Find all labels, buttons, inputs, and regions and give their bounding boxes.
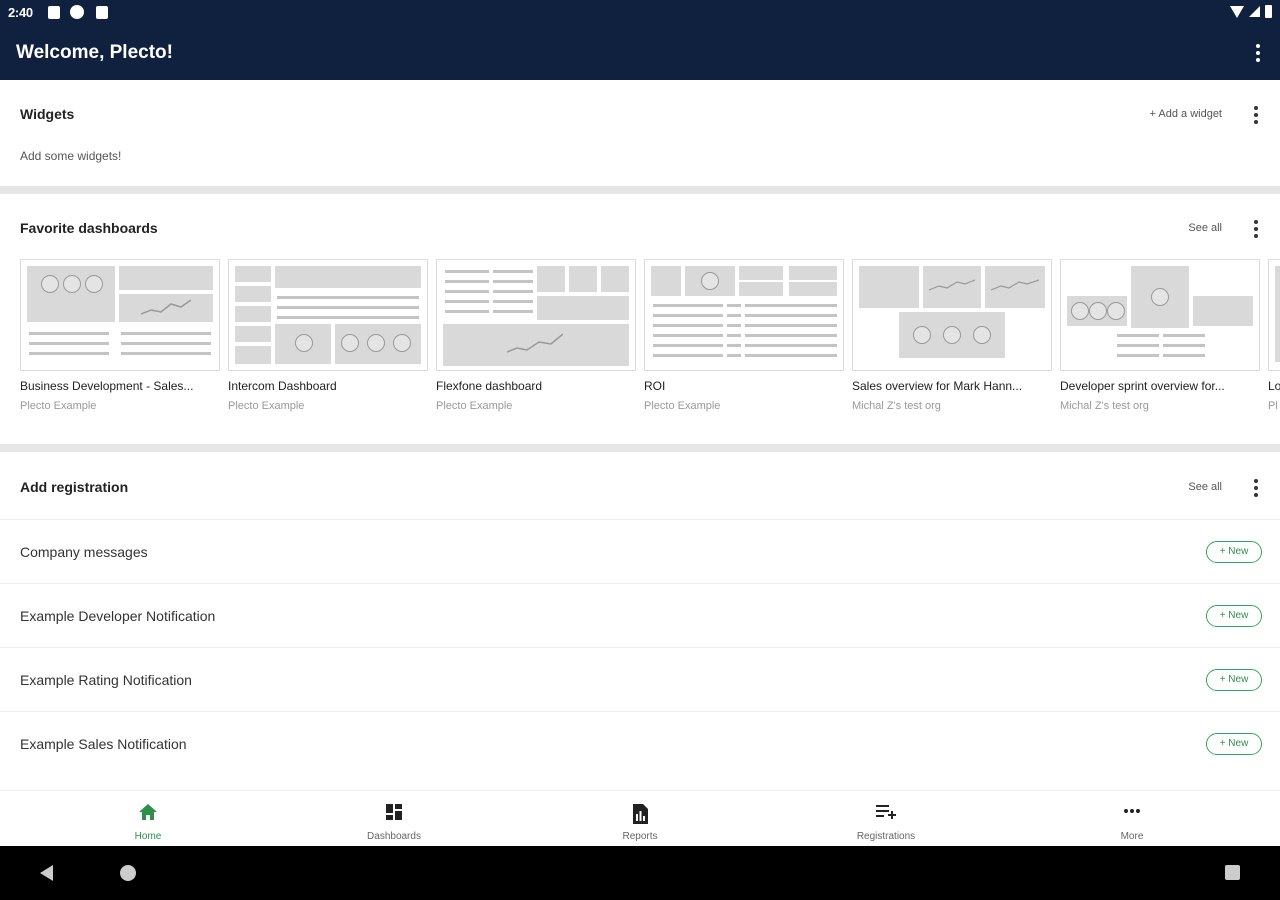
dashboard-card[interactable]: ROI Plecto Example: [644, 259, 844, 412]
dashboard-thumbnail: [852, 259, 1052, 371]
registration-row[interactable]: Example Developer Notification + New: [0, 583, 1280, 647]
new-registration-button[interactable]: + New: [1206, 605, 1262, 627]
dashboard-card[interactable]: Developer sprint overview for... Michal …: [1060, 259, 1260, 412]
divider: [0, 444, 1280, 452]
new-registration-button[interactable]: + New: [1206, 733, 1262, 755]
dashboard-thumbnail: [436, 259, 636, 371]
overflow-menu-icon[interactable]: [1250, 44, 1266, 62]
registration-row[interactable]: Example Sales Notification + New: [0, 711, 1280, 775]
dashboard-thumbnail: [1268, 259, 1280, 371]
nav-label: More: [1120, 831, 1144, 842]
dashboard-card[interactable]: Business Development - Sales... Plecto E…: [20, 259, 220, 412]
system-home-icon[interactable]: [120, 865, 136, 881]
dashboard-name: Sales overview for Mark Hann...: [852, 379, 1023, 393]
signal-icon: [1249, 6, 1260, 17]
add-widget-button[interactable]: + Add a widget: [1150, 108, 1222, 120]
registration-row[interactable]: Company messages + New: [0, 519, 1280, 583]
app-bar: Welcome, Plecto!: [0, 26, 1280, 80]
registration-title: Add registration: [20, 479, 129, 495]
nav-more[interactable]: More: [1072, 791, 1192, 847]
sd-card-icon: [96, 6, 108, 19]
widgets-section: Widgets + Add a widget Add some widgets!: [0, 80, 1280, 186]
wifi-icon: [1230, 5, 1244, 18]
nav-home[interactable]: Home: [88, 791, 208, 847]
dashboard-org: Plecto Example: [436, 400, 513, 412]
dashboard-org: Plecto Example: [644, 400, 721, 412]
notification-icon: [48, 6, 60, 19]
reports-icon: [633, 804, 648, 824]
status-time: 2:40: [8, 5, 33, 20]
registration-label: Example Rating Notification: [20, 672, 192, 688]
dashboard-name: Developer sprint overview for...: [1060, 379, 1225, 393]
dashboard-name: ROI: [644, 379, 666, 393]
add-registration-section: Add registration See all Company message…: [0, 452, 1280, 790]
dashboard-name: Intercom Dashboard: [228, 379, 337, 393]
dashboard-org: Plecto Example: [20, 400, 97, 412]
registration-see-all-link[interactable]: See all: [1188, 481, 1222, 493]
nav-dashboards[interactable]: Dashboards: [334, 791, 454, 847]
registration-label: Company messages: [20, 544, 148, 560]
favorite-dashboards-section: Favorite dashboards See all Business Dev…: [0, 194, 1280, 444]
dashboard-carousel[interactable]: Business Development - Sales... Plecto E…: [20, 259, 1280, 419]
new-registration-button[interactable]: + New: [1206, 669, 1262, 691]
dashboard-org: Pl: [1268, 400, 1278, 412]
battery-icon: [1265, 5, 1272, 18]
dashboard-name: Lo: [1268, 379, 1280, 393]
nav-registrations[interactable]: Registrations: [826, 791, 946, 847]
dashboard-org: Michal Z's test org: [1060, 400, 1149, 412]
back-icon[interactable]: [40, 865, 53, 881]
widgets-title: Widgets: [20, 106, 75, 122]
new-registration-button[interactable]: + New: [1206, 541, 1262, 563]
dashboard-org: Michal Z's test org: [852, 400, 941, 412]
favorites-title: Favorite dashboards: [20, 220, 158, 236]
registration-menu-icon[interactable]: [1248, 479, 1264, 497]
app-notification-icon: [70, 5, 84, 19]
nav-label: Home: [134, 831, 162, 842]
dashboard-thumbnail: [644, 259, 844, 371]
system-navigation-bar: [0, 846, 1280, 900]
registration-label: Example Sales Notification: [20, 736, 187, 752]
dashboards-icon: [386, 804, 402, 820]
dashboard-thumbnail: [228, 259, 428, 371]
registration-label: Example Developer Notification: [20, 608, 216, 624]
divider: [0, 186, 1280, 194]
dashboard-thumbnail: [20, 259, 220, 371]
recent-apps-icon[interactable]: [1225, 865, 1240, 880]
home-icon: [139, 804, 157, 820]
nav-label: Dashboards: [367, 831, 421, 842]
favorites-menu-icon[interactable]: [1248, 220, 1264, 238]
nav-label: Reports: [622, 831, 658, 842]
favorites-see-all-link[interactable]: See all: [1188, 222, 1222, 234]
widgets-empty-text: Add some widgets!: [20, 149, 122, 163]
dashboard-card[interactable]: Intercom Dashboard Plecto Example: [228, 259, 428, 412]
dashboard-card[interactable]: Flexfone dashboard Plecto Example: [436, 259, 636, 412]
nav-reports[interactable]: Reports: [580, 791, 700, 847]
page-title: Welcome, Plecto!: [16, 42, 173, 63]
widgets-menu-icon[interactable]: [1248, 106, 1264, 124]
dashboard-name: Business Development - Sales...: [20, 379, 194, 393]
bottom-navigation: Home Dashboards Reports Registrations Mo…: [0, 790, 1280, 846]
dashboard-thumbnail: [1060, 259, 1260, 371]
dashboard-name: Flexfone dashboard: [436, 379, 543, 393]
status-bar: 2:40: [0, 0, 1280, 26]
dashboard-card[interactable]: Sales overview for Mark Hann... Michal Z…: [852, 259, 1052, 412]
registration-row[interactable]: Example Rating Notification + New: [0, 647, 1280, 711]
dashboard-org: Plecto Example: [228, 400, 305, 412]
dashboard-card[interactable]: Lo Pl: [1268, 259, 1280, 412]
more-icon: [1124, 809, 1140, 813]
nav-label: Registrations: [856, 831, 916, 842]
registrations-icon: [876, 805, 896, 819]
